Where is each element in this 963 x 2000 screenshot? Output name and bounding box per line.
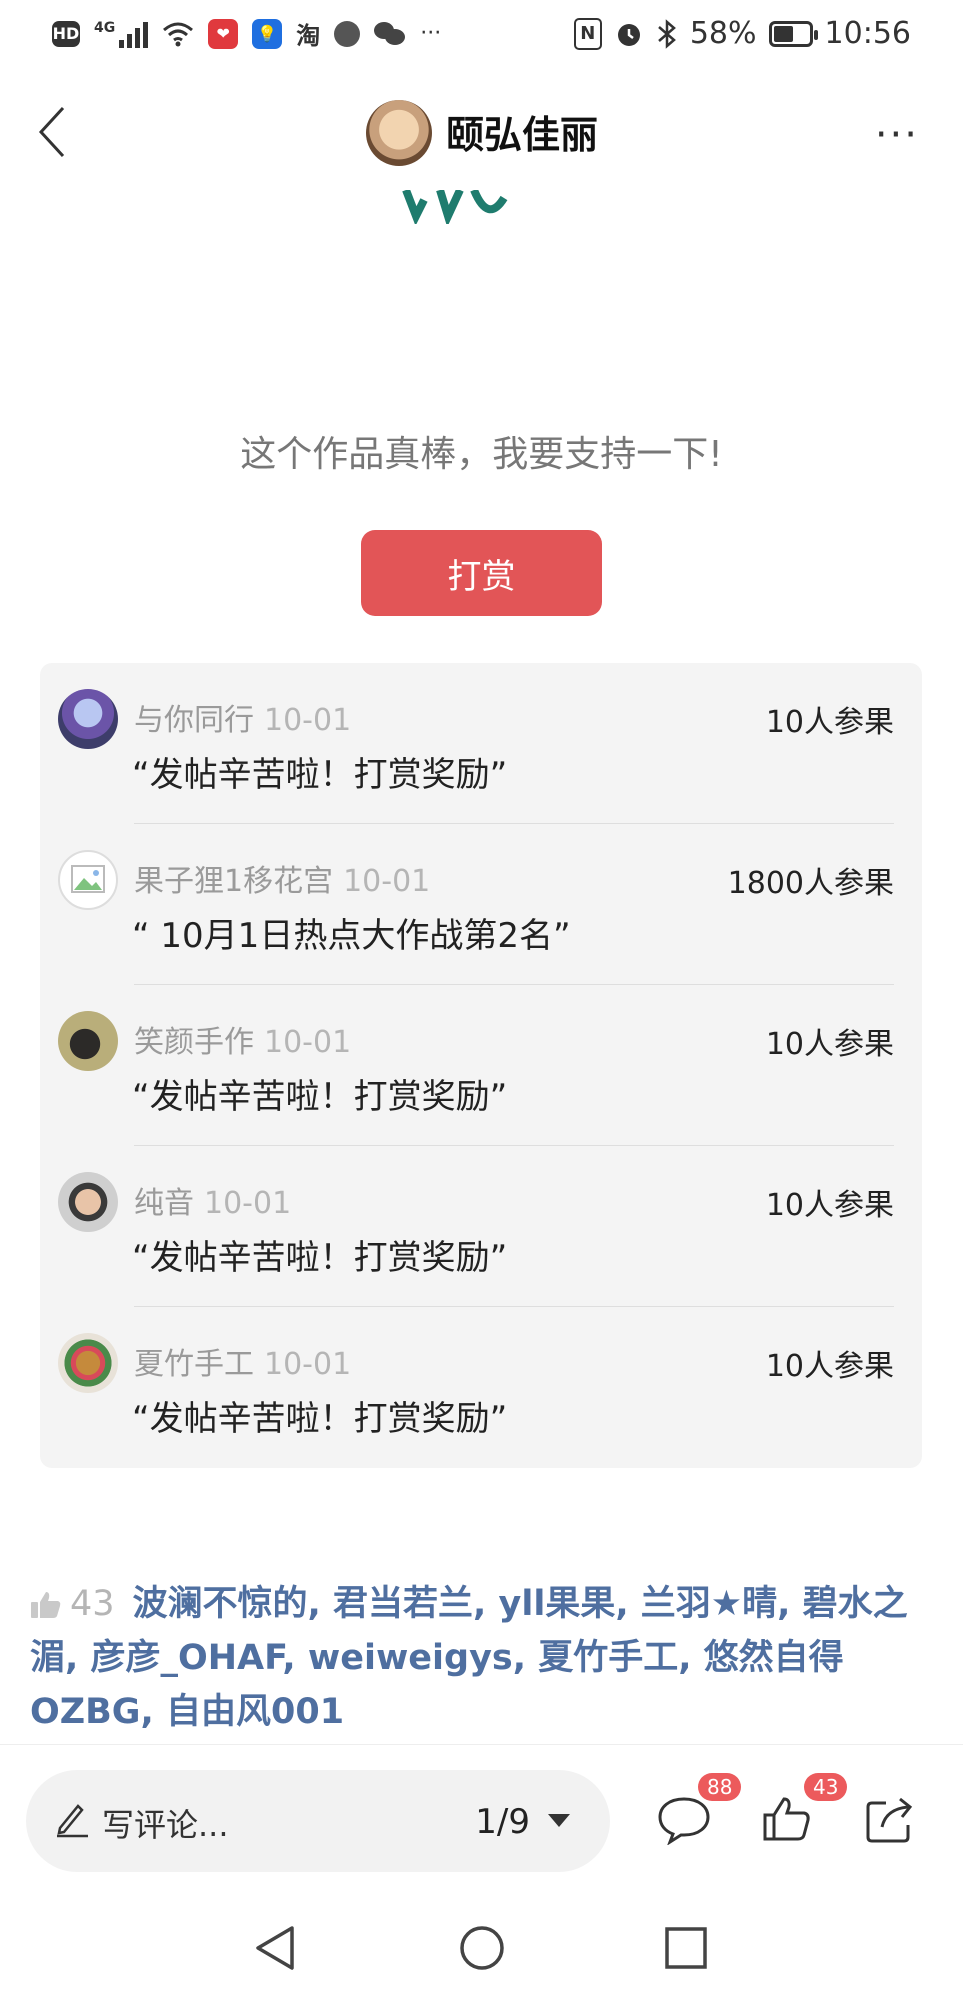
reward-user-name[interactable]: 夏竹手工 [134,1347,254,1382]
bulb-app-icon: 💡 [252,18,283,49]
pinduoduo-icon: ❤ [208,18,239,49]
nfc-icon: N [573,17,602,50]
reward-item[interactable]: 与你同行 10-01 10人参果 “发帖辛苦啦！打赏奖励” [40,663,922,824]
top-nav: 颐弘佳丽 ··· [0,72,963,202]
wifi-icon [163,22,194,46]
thumbs-up-icon [31,1592,61,1618]
reward-user-name[interactable]: 与你同行 [134,703,254,738]
reward-user-name[interactable]: 果子狸1移花宫 [134,864,333,899]
reward-date: 10-01 [264,703,352,738]
tip-button[interactable]: 打赏 [361,530,602,616]
user-avatar[interactable] [58,1333,118,1393]
system-nav-bar [0,1894,963,2000]
reward-message: “发帖辛苦啦！打赏奖励” [132,1399,508,1439]
hd-icon: HD [52,20,80,47]
reward-date: 10-01 [264,1347,352,1382]
support-prompt: 这个作品真棒，我要支持一下! [240,434,723,475]
liker-names[interactable]: 波澜不惊的, 君当若兰, yll果果, 兰羽★晴, 碧水之湄, 彦彦_OHAF,… [30,1584,908,1732]
reward-user-name[interactable]: 笑颜手作 [134,1025,254,1060]
like-count-badge: 43 [804,1773,848,1801]
thumbs-up-outline-icon [763,1797,810,1841]
more-menu-button[interactable]: ··· [875,112,919,158]
more-dots-icon: ··· [420,21,442,46]
reward-amount: 1800人参果 [727,866,894,901]
reward-amount: 10人参果 [765,1188,894,1223]
share-button[interactable] [864,1795,924,1851]
network-type: 4G [94,19,116,36]
user-avatar[interactable] [58,850,118,910]
reward-amount: 10人参果 [765,705,894,740]
reward-amount: 10人参果 [765,1349,894,1384]
reward-date: 10-01 [264,1025,352,1060]
comment-input[interactable]: 写评论... 1/9 [26,1770,610,1872]
nav-home-icon[interactable] [458,1924,506,1972]
reward-message: “ 10月1日热点大作战第2名” [132,916,571,956]
nav-back-icon[interactable] [252,1924,298,1972]
reward-item[interactable]: 果子狸1移花宫 10-01 1800人参果 “ 10月1日热点大作战第2名” [40,824,922,985]
caret-down-icon[interactable] [548,1814,570,1827]
battery-icon [768,20,818,47]
reward-date: 10-01 [343,864,431,899]
reward-amount: 10人参果 [765,1027,894,1062]
battery-percent: 58% [689,16,757,51]
author-avatar[interactable] [366,100,432,166]
status-bar: HD 4G ❤ 💡 淘 ··· N 58% 10:56 [0,0,963,72]
image-placeholder-icon [71,865,105,893]
signal-4g-icon: 4G [94,19,149,48]
bluetooth-icon [658,18,676,49]
status-right-icons: N 58% 10:56 [573,16,911,51]
app-icon [334,20,361,47]
alarm-icon [617,23,640,46]
nav-recents-icon[interactable] [664,1926,708,1970]
like-button[interactable]: 43 [762,1773,848,1851]
share-icon [866,1797,913,1843]
reward-message: “发帖辛苦啦！打赏奖励” [132,755,508,795]
wechat-icon [374,21,406,46]
clock: 10:56 [824,16,911,51]
reward-list: 与你同行 10-01 10人参果 “发帖辛苦啦！打赏奖励” 果子狸1移花宫 10-0… [40,663,922,1468]
comment-bubble-icon [658,1797,710,1846]
reward-item[interactable]: 夏竹手工 10-01 10人参果 “发帖辛苦啦！打赏奖励” [40,1307,922,1468]
user-avatar[interactable] [58,1172,118,1232]
reward-message: “发帖辛苦啦！打赏奖励” [132,1238,508,1278]
user-avatar[interactable] [58,689,118,749]
user-avatar[interactable] [58,1011,118,1071]
author-name[interactable]: 颐弘佳丽 [446,104,598,159]
partial-logo-image [402,190,508,224]
reward-item[interactable]: 纯音 10-01 10人参果 “发帖辛苦啦！打赏奖励” [40,1146,922,1307]
back-arrow-icon [38,106,65,158]
reward-message: “发帖辛苦啦！打赏奖励” [132,1077,508,1117]
reward-item[interactable]: 笑颜手作 10-01 10人参果 “发帖辛苦啦！打赏奖励” [40,985,922,1146]
taobao-icon: 淘 [296,22,321,50]
like-count: 43 [70,1584,115,1624]
comments-button[interactable]: 88 [656,1773,742,1851]
reward-user-name[interactable]: 纯音 [134,1186,194,1221]
bottom-action-bar: 写评论... 1/9 88 43 [0,1744,963,1895]
back-button[interactable] [22,102,82,162]
comment-placeholder: 写评论... [102,1806,229,1844]
status-left-icons: HD 4G ❤ 💡 淘 ··· [52,16,441,51]
comment-count-badge: 88 [698,1773,742,1801]
page-indicator[interactable]: 1/9 [475,1802,530,1842]
pencil-icon [57,1804,88,1838]
reward-date: 10-01 [204,1186,292,1221]
likes-section: 43 波澜不惊的, 君当若兰, yll果果, 兰羽★晴, 碧水之湄, 彦彦_OHA… [30,1577,930,1739]
